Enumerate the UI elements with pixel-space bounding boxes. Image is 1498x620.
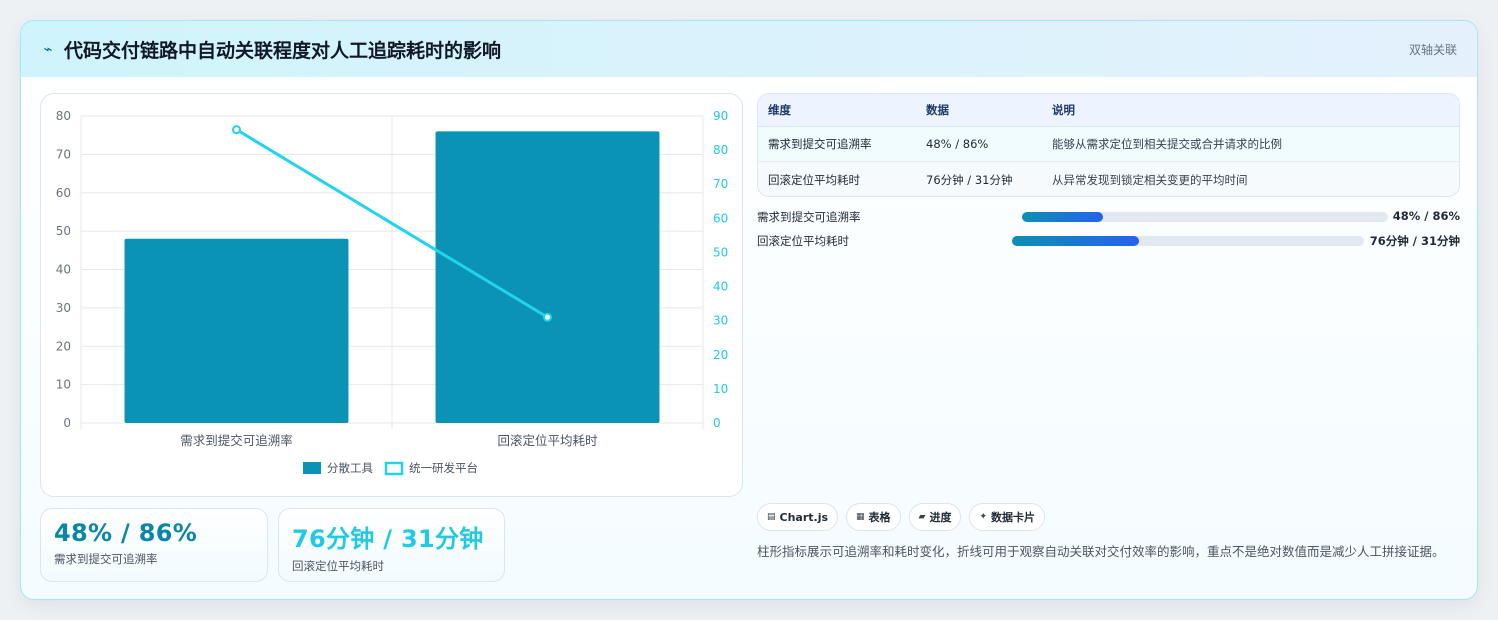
progress-value: 48% / 86% bbox=[1392, 209, 1460, 223]
chart-note: 柱形指标展示可追溯率和耗时变化，折线可用于观察自动关联对交付效率的影响，重点不是… bbox=[757, 544, 1445, 559]
lightning-icon: ⌁ bbox=[43, 40, 53, 58]
chart-icon: ▤ bbox=[767, 512, 776, 522]
line-point bbox=[232, 125, 241, 135]
table-row: 回滚定位平均耗时 76分钟 / 31分钟 从异常发现到锁定相关变更的平均时间 bbox=[758, 162, 1459, 196]
bar bbox=[124, 238, 349, 423]
y-left-tick-label: 20 bbox=[56, 339, 71, 353]
kpi-value: 48% / 86% bbox=[54, 519, 198, 547]
progress-track bbox=[1012, 236, 1364, 246]
table-row: 需求到提交可追溯率 48% / 86% 能够从需求定位到相关提交或合并请求的比例 bbox=[758, 127, 1459, 162]
line-point bbox=[543, 312, 552, 322]
sparkle-icon: ✦ bbox=[979, 512, 988, 522]
column-header: 数据 bbox=[926, 103, 949, 117]
table-cell: 76分钟 / 31分钟 bbox=[926, 172, 1013, 187]
y-right-tick-label: 50 bbox=[713, 245, 728, 259]
y-left-tick-label: 10 bbox=[56, 378, 71, 392]
y-left-tick-label: 50 bbox=[56, 224, 71, 238]
badge-label: 数据卡片 bbox=[991, 511, 1036, 524]
y-left-tick-label: 0 bbox=[63, 416, 71, 430]
y-left-tick-label: 70 bbox=[56, 147, 71, 161]
progress-row-traceability: 需求到提交可追溯率 48% / 86% bbox=[757, 208, 1460, 226]
progress-fill bbox=[1012, 236, 1139, 246]
kpi-value: 76分钟 / 31分钟 bbox=[292, 525, 484, 553]
bar bbox=[435, 131, 660, 423]
column-header: 说明 bbox=[1052, 103, 1075, 117]
y-right-tick-label: 0 bbox=[713, 416, 721, 430]
table-cell: 从异常发现到锁定相关变更的平均时间 bbox=[1052, 172, 1248, 187]
badge-table[interactable]: ▦ 表格 bbox=[846, 503, 901, 531]
data-table: 维度 数据 说明 需求到提交可追溯率 48% / 86% 能够从需求定位到相关提… bbox=[757, 93, 1460, 197]
legend-swatch-line bbox=[384, 461, 404, 476]
table-cell: 回滚定位平均耗时 bbox=[768, 172, 860, 187]
x-tick-label: 回滚定位平均耗时 bbox=[497, 433, 598, 448]
legend-label: 分散工具 bbox=[327, 461, 373, 475]
column-header: 维度 bbox=[768, 103, 791, 117]
y-right-tick-label: 90 bbox=[713, 109, 728, 123]
y-left-tick-label: 80 bbox=[56, 109, 71, 123]
badge-label: Chart.js bbox=[779, 510, 829, 524]
table-icon: ▦ bbox=[856, 512, 865, 522]
y-right-tick-label: 80 bbox=[713, 143, 728, 157]
legend-label: 统一研发平台 bbox=[409, 461, 478, 475]
badge-chartjs[interactable]: ▤ Chart.js bbox=[757, 503, 839, 531]
badge-label: 进度 bbox=[929, 511, 952, 524]
combo-chart: 0 10 20 30 40 50 60 70 80 0 10 20 30 40 50 60 70 80 90 需求到提… bbox=[56, 109, 728, 476]
badge-data-card[interactable]: ✦ 数据卡片 bbox=[969, 503, 1046, 531]
progress-value: 76分钟 / 31分钟 bbox=[1369, 234, 1460, 248]
progress-track bbox=[1022, 212, 1388, 222]
y-right-tick-label: 60 bbox=[713, 211, 728, 225]
y-right-tick-label: 20 bbox=[713, 348, 728, 362]
table-header-row: 维度 数据 说明 bbox=[758, 94, 1459, 127]
y-left-tick-label: 60 bbox=[56, 186, 71, 200]
table-cell: 需求到提交可追溯率 bbox=[768, 137, 872, 151]
badge-progress[interactable]: ▰ 进度 bbox=[908, 503, 962, 531]
kpi-label: 需求到提交可追溯率 bbox=[54, 552, 158, 566]
progress-label: 回滚定位平均耗时 bbox=[757, 234, 849, 248]
y-left-tick-label: 30 bbox=[56, 301, 71, 315]
tech-badges: ▤ Chart.js ▦ 表格 ▰ 进度 ✦ 数据卡片 bbox=[757, 503, 1046, 531]
kpi-card-traceability: 48% / 86% 需求到提交可追溯率 bbox=[40, 508, 268, 582]
badge-label: 表格 bbox=[868, 511, 891, 524]
y-right-tick-label: 40 bbox=[713, 280, 728, 294]
y-right-tick-label: 70 bbox=[713, 177, 728, 191]
dashboard-card: ⌁ 代码交付链路中自动关联程度对人工追踪耗时的影响 双轴关联 0 10 20 30 40… bbox=[20, 20, 1478, 600]
progress-row-rollback-time: 回滚定位平均耗时 76分钟 / 31分钟 bbox=[757, 232, 1460, 250]
kpi-label: 回滚定位平均耗时 bbox=[292, 559, 384, 573]
table-cell: 48% / 86% bbox=[926, 137, 989, 151]
card-header: ⌁ 代码交付链路中自动关联程度对人工追踪耗时的影响 双轴关联 bbox=[21, 21, 1477, 77]
chart-panel: 0 10 20 30 40 50 60 70 80 0 10 20 30 40 50 60 70 80 90 需求到提… bbox=[40, 93, 743, 497]
y-right-tick-label: 30 bbox=[713, 314, 728, 328]
y-left-tick-label: 40 bbox=[56, 263, 71, 277]
kpi-card-rollback-time: 76分钟 / 31分钟 回滚定位平均耗时 bbox=[278, 508, 505, 582]
x-tick-label: 需求到提交可追溯率 bbox=[180, 433, 293, 448]
progress-label: 需求到提交可追溯率 bbox=[757, 210, 861, 224]
y-right-tick-label: 10 bbox=[713, 382, 728, 396]
progress-icon: ▰ bbox=[918, 512, 926, 522]
table-cell: 能够从需求定位到相关提交或合并请求的比例 bbox=[1052, 137, 1282, 151]
header-tag: 双轴关联 bbox=[1408, 42, 1457, 57]
progress-fill bbox=[1022, 212, 1103, 222]
page-title: 代码交付链路中自动关联程度对人工追踪耗时的影响 bbox=[64, 39, 502, 62]
legend-swatch-bar bbox=[303, 462, 321, 474]
